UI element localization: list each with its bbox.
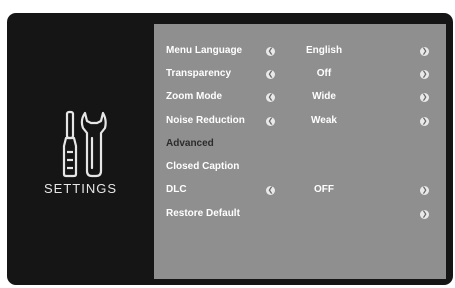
menu-item-label: Restore Default: [166, 208, 240, 219]
menu-row-noise-reduction[interactable]: Noise Reduction ❮ Weak ❯: [154, 111, 446, 133]
menu-row-restore-default[interactable]: Restore Default ❯: [154, 204, 446, 226]
right-arrow-icon[interactable]: ❯: [420, 47, 429, 56]
menu-item-value: English: [305, 45, 343, 56]
menu-item-value: Wide: [312, 91, 336, 102]
settings-sidebar: SETTINGS: [7, 13, 154, 285]
settings-menu-panel: Menu Language ❮ English ❯ Transparency ❮…: [154, 24, 446, 279]
menu-row-dlc[interactable]: DLC ❮ OFF ❯: [154, 180, 446, 202]
menu-item-label: Closed Caption: [166, 161, 240, 172]
menu-row-advanced: Advanced: [154, 134, 446, 156]
menu-row-transparency[interactable]: Transparency ❮ Off ❯: [154, 64, 446, 86]
menu-row-zoom-mode[interactable]: Zoom Mode ❮ Wide ❯: [154, 87, 446, 109]
settings-title: SETTINGS: [43, 181, 117, 196]
menu-item-label: Zoom Mode: [166, 91, 223, 102]
menu-item-value: Off: [316, 68, 332, 79]
menu-row-menu-language[interactable]: Menu Language ❮ English ❯: [154, 41, 446, 63]
settings-screen: SETTINGS Menu Language ❮ English ❯ Trans…: [7, 13, 453, 285]
right-arrow-icon[interactable]: ❯: [420, 70, 429, 79]
right-arrow-icon[interactable]: ❯: [420, 117, 429, 126]
wrench-screwdriver-icon: [62, 110, 107, 178]
menu-item-label: Noise Reduction: [166, 115, 245, 126]
menu-item-label: Transparency: [166, 68, 232, 79]
menu-item-label: Advanced: [166, 138, 214, 149]
right-arrow-icon[interactable]: ❯: [420, 210, 429, 219]
right-arrow-icon[interactable]: ❯: [420, 186, 429, 195]
menu-row-closed-caption[interactable]: Closed Caption: [154, 157, 446, 179]
menu-item-label: Menu Language: [166, 45, 243, 56]
right-arrow-icon[interactable]: ❯: [420, 93, 429, 102]
menu-item-value: Weak: [311, 115, 337, 126]
menu-item-value: OFF: [314, 184, 334, 195]
menu-item-label: DLC: [166, 184, 187, 195]
